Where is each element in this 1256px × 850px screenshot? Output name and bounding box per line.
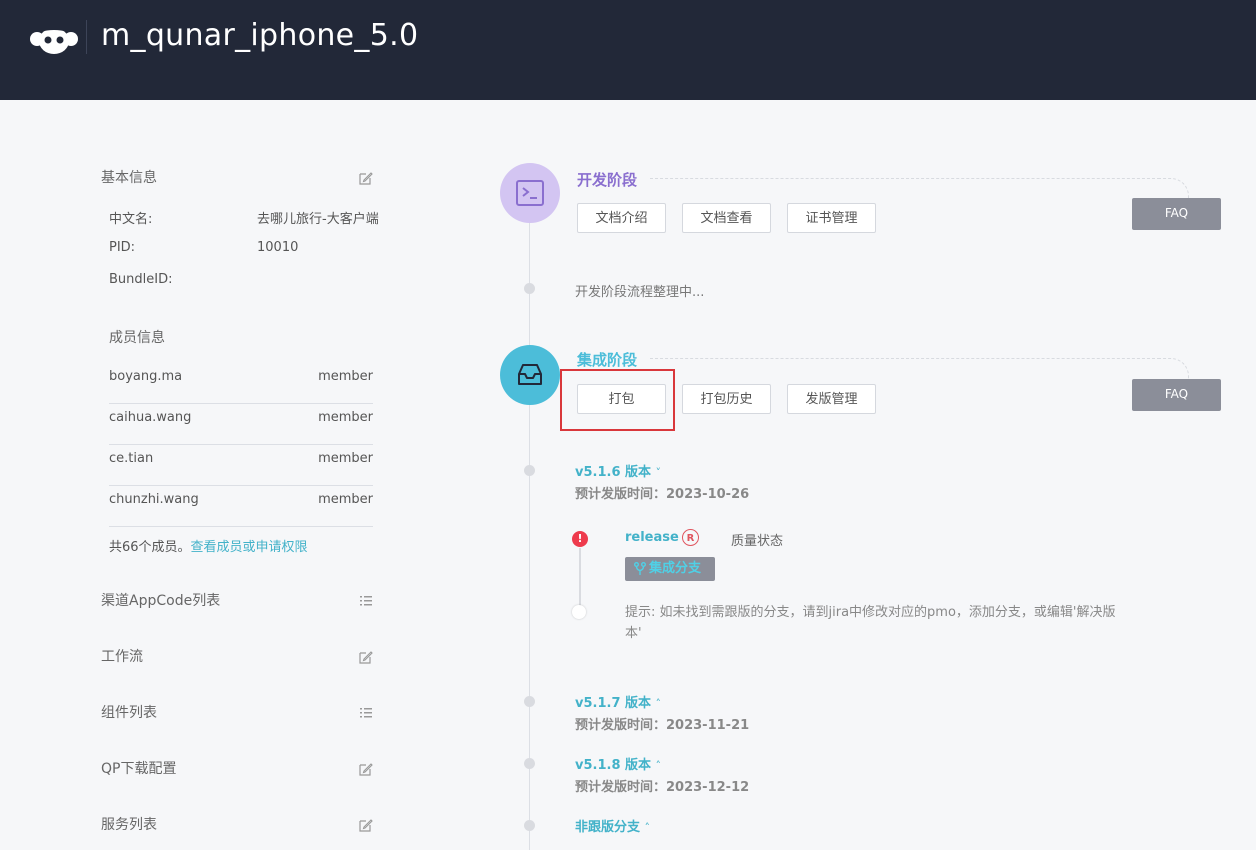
terminal-icon [516,180,544,206]
release-badge: R [682,529,699,546]
field-value-pid: 10010 [257,240,299,255]
view-members-link[interactable]: 查看成员或申请权限 [191,540,308,555]
version-label: v5.1.8 版本 [575,758,652,773]
member-role: member [318,492,373,507]
version-date: 预计发版时间：2023-10-26 [575,487,750,502]
version-toggle-5-1-6[interactable]: v5.1.6 版本 ˅ [575,461,661,480]
chevron-up-icon: ˄ [655,759,662,772]
member-name: chunzhi.wang [109,492,199,507]
chevron-down-icon: ˅ [655,466,662,479]
version-toggle-5-1-8[interactable]: v5.1.8 版本 ˄ [575,754,661,773]
integration-stage-badge [500,345,560,405]
dev-stage-note: 开发阶段流程整理中... [575,285,705,300]
member-name: caihua.wang [109,410,192,425]
member-row: caihua.wang member [109,403,373,445]
hint-text: 提示: 如未找到需跟版的分支，请到jira中修改对应的pmo，添加分支，或编辑'… [625,605,1116,641]
quality-status[interactable]: 质量状态 [731,530,783,549]
list-icon[interactable] [359,706,373,720]
edit-icon[interactable] [359,762,373,776]
chevron-up-icon: ˄ [644,821,651,834]
member-summary: 共66个成员。查看成员或申请权限 [109,536,308,555]
inbox-icon [518,364,542,385]
chevron-up-icon: ˄ [655,697,662,710]
non-tracking-branch-toggle[interactable]: 非跟版分支 ˄ [575,816,650,835]
edit-icon[interactable] [359,650,373,664]
highlight-box [560,369,675,431]
build-history-button[interactable]: 打包历史 [682,384,771,414]
dev-stage-badge [500,163,560,223]
top-header: m_qunar_iphone_5.0 [0,0,1256,100]
integration-stage-title: 集成阶段 [577,351,638,369]
member-role: member [318,410,373,425]
monkey-face-logo[interactable] [30,24,78,54]
doc-view-button[interactable]: 文档查看 [682,203,771,233]
members-title: 成员信息 [109,330,165,346]
app-title: m_qunar_iphone_5.0 [101,18,419,53]
section-service-list[interactable]: 服务列表 [101,814,157,834]
list-icon[interactable] [359,594,373,608]
section-workflow[interactable]: 工作流 [101,646,143,666]
dev-faq-button[interactable]: FAQ [1132,198,1221,230]
timeline-dot [524,758,535,769]
version-toggle-5-1-7[interactable]: v5.1.7 版本 ˄ [575,692,661,711]
member-role: member [318,369,373,384]
field-label-bundle-id: BundleID: [109,272,173,287]
version-label: v5.1.6 版本 [575,465,652,480]
section-component-list[interactable]: 组件列表 [101,702,157,722]
doc-intro-button[interactable]: 文档介绍 [577,203,666,233]
timeline-line [529,200,530,850]
stage-divider [650,178,1160,180]
section-appcode-list[interactable]: 渠道AppCode列表 [101,590,220,610]
member-role: member [318,451,373,466]
member-row: ce.tian member [109,444,373,486]
field-value-chinese-name: 去哪儿旅行-大客户端 [257,212,379,227]
member-name: boyang.ma [109,369,183,384]
timeline-dot [524,465,535,476]
member-count: 共66个成员。 [109,540,191,555]
stage-divider [650,358,1160,360]
timeline-dot [524,820,535,831]
version-label: v5.1.7 版本 [575,696,652,711]
branch-tag-label: 集成分支 [649,561,702,576]
stage-divider-curve [1158,358,1189,379]
version-date: 预计发版时间：2023-11-21 [575,718,750,733]
cert-manage-button[interactable]: 证书管理 [787,203,876,233]
edit-icon[interactable] [359,171,373,185]
git-branch-icon [634,562,646,575]
branch-end-dot [572,605,586,619]
header-divider [86,20,87,54]
member-name: ce.tian [109,451,154,466]
stage-divider-curve [1158,178,1189,199]
field-label-chinese-name: 中文名: [109,212,153,227]
version-label: 非跟版分支 [575,820,641,835]
branch-connector [579,548,581,606]
release-branch-label[interactable]: release [625,530,679,545]
member-row: boyang.ma member [109,362,373,404]
timeline-dot [524,696,535,707]
field-label-pid: PID: [109,240,136,255]
basic-info-title: 基本信息 [101,170,157,186]
section-qp-download-config[interactable]: QP下载配置 [101,758,176,778]
edit-icon[interactable] [359,818,373,832]
alert-icon: ! [572,531,588,547]
dev-stage-title: 开发阶段 [577,171,638,189]
timeline-dot [524,283,535,294]
member-row: chunzhi.wang member [109,485,373,527]
integration-branch-tag[interactable]: 集成分支 [625,557,715,581]
release-manage-button[interactable]: 发版管理 [787,384,876,414]
version-date: 预计发版时间：2023-12-12 [575,780,750,795]
integration-faq-button[interactable]: FAQ [1132,379,1221,411]
